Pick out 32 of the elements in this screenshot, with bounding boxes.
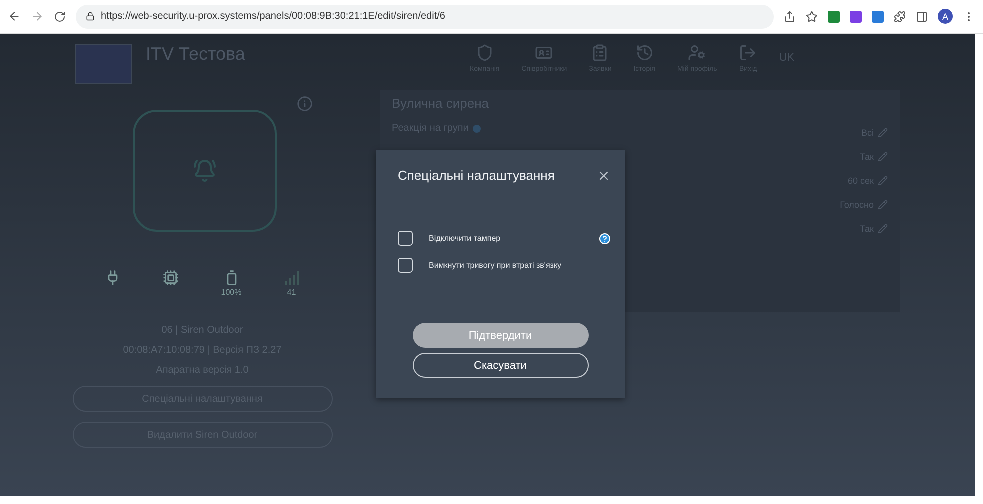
extension-icon[interactable] — [850, 10, 862, 22]
option-label: Відключити тампер — [429, 234, 502, 243]
checkbox[interactable] — [398, 231, 413, 246]
reload-icon[interactable] — [54, 10, 66, 22]
signal-icon — [284, 270, 300, 286]
id-card-icon — [535, 44, 554, 62]
profile-avatar[interactable]: A — [938, 9, 953, 24]
user-gear-icon — [688, 44, 706, 62]
extension-icon[interactable] — [828, 10, 840, 22]
help-icon[interactable] — [599, 232, 611, 244]
url-text: https://web-security.u-prox.systems/panels/00:08:9B:30:21:1E/edit/siren/edit/6 — [101, 11, 446, 22]
checkbox[interactable] — [398, 258, 413, 273]
history-icon — [636, 44, 654, 62]
lock-icon — [86, 12, 95, 21]
cancel-button[interactable]: Скасувати — [412, 353, 588, 378]
bookmark-icon[interactable] — [806, 10, 818, 22]
puzzle-icon[interactable] — [894, 10, 906, 22]
extension-icon[interactable] — [872, 10, 884, 22]
confirm-button[interactable]: Підтвердити — [412, 323, 588, 348]
chip-icon — [163, 270, 180, 286]
side-panel-icon[interactable] — [916, 10, 928, 22]
dialog-title: Спеціальні налаштування — [398, 168, 555, 183]
address-bar[interactable]: https://web-security.u-prox.systems/panels/00:08:9B:30:21:1E/edit/siren/edit/6 — [76, 4, 774, 28]
share-icon[interactable] — [784, 10, 796, 22]
shield-icon — [476, 44, 494, 62]
logo-placeholder — [75, 44, 132, 84]
clipboard-icon — [591, 44, 610, 62]
status-reading: 100% — [221, 288, 242, 297]
status-reading: 41 — [287, 288, 296, 297]
back-icon[interactable] — [8, 10, 21, 23]
option-label: Вимкнути тривогу при втраті зв'язку — [429, 261, 563, 270]
exit-icon — [739, 44, 758, 62]
